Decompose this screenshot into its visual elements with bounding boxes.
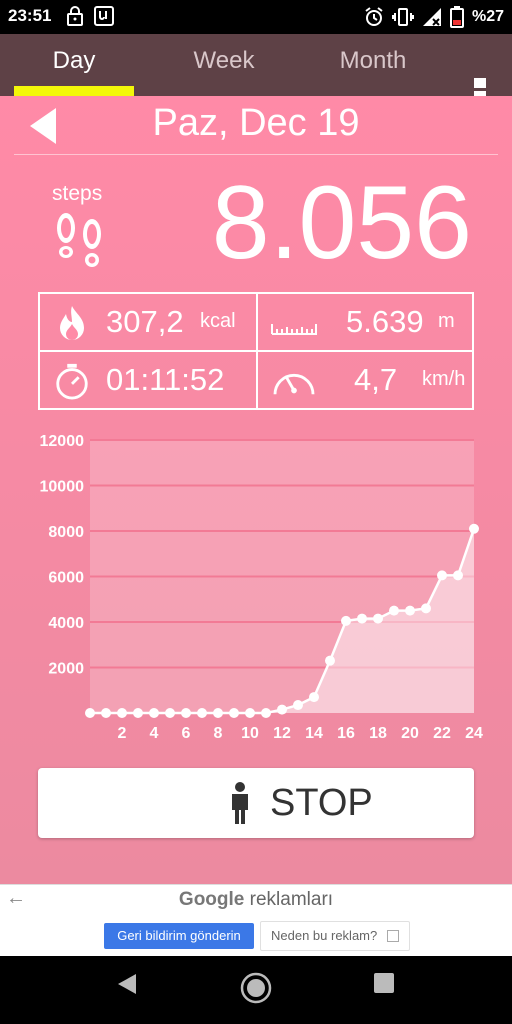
x-tick-label: 6 bbox=[182, 725, 191, 742]
calories-unit: kcal bbox=[200, 310, 236, 332]
stats-grid: 307,2 kcal 5.639 m 01:11:52 4,7 km/h bbox=[38, 292, 474, 410]
y-tick-label: 6000 bbox=[48, 570, 84, 587]
data-point bbox=[261, 708, 271, 718]
app-notification-icon bbox=[94, 6, 114, 26]
ad-brand: Google bbox=[178, 889, 245, 910]
y-tick-label: 12000 bbox=[40, 433, 85, 450]
data-point bbox=[469, 523, 479, 534]
data-point bbox=[117, 708, 127, 718]
ad-why-button[interactable]: Neden bu reklam? bbox=[260, 921, 410, 951]
calories-stat: 307,2 kcal bbox=[40, 294, 256, 350]
data-point bbox=[357, 613, 367, 624]
speed-unit: km/h bbox=[422, 368, 466, 390]
ad-why-label: Neden bu reklam? bbox=[271, 928, 378, 943]
data-point bbox=[325, 655, 335, 666]
status-bar: 23:51 %27 bbox=[0, 0, 512, 34]
data-point bbox=[197, 708, 207, 718]
ad-feedback-button[interactable]: Geri bildirim gönderin bbox=[104, 923, 254, 949]
data-point bbox=[341, 615, 351, 626]
battery-percent: %27 bbox=[471, 8, 504, 25]
previous-day-arrow-icon[interactable] bbox=[30, 108, 56, 144]
data-point bbox=[245, 708, 255, 718]
x-tick-label: 16 bbox=[337, 725, 355, 742]
data-point bbox=[229, 708, 239, 718]
ad-banner: ← Google reklamları Geri bildirim gönder… bbox=[0, 884, 512, 956]
data-point bbox=[293, 700, 303, 711]
data-point bbox=[437, 570, 447, 581]
y-tick-label: 8000 bbox=[48, 524, 84, 541]
x-tick-label: 18 bbox=[369, 725, 387, 742]
x-tick-label: 14 bbox=[305, 725, 323, 742]
alarm-icon bbox=[365, 7, 383, 26]
vibrate-icon bbox=[391, 8, 414, 26]
ruler-icon bbox=[271, 324, 317, 335]
flame-icon bbox=[60, 306, 84, 340]
x-tick-label: 10 bbox=[241, 725, 259, 742]
distance-unit: m bbox=[438, 310, 455, 332]
system-nav-bar bbox=[0, 956, 512, 1024]
hourly-steps-chart: 200040006000800010000120002 4 6 8 10 12 14 16 18… bbox=[40, 433, 484, 742]
main-content: Paz, Dec 19 steps 8.056 307,2 kcal 5.639… bbox=[0, 96, 512, 884]
y-tick-label: 4000 bbox=[48, 615, 84, 632]
steps-count: 8.056 bbox=[211, 165, 472, 281]
speed-value: 4,7 bbox=[354, 362, 398, 397]
nav-home-icon[interactable] bbox=[240, 972, 272, 1004]
data-point bbox=[405, 605, 415, 616]
data-point bbox=[277, 704, 287, 715]
calories-value: 307,2 bbox=[106, 304, 184, 339]
y-tick-label: 10000 bbox=[40, 479, 85, 496]
steps-label: steps bbox=[52, 182, 103, 205]
signal-icon bbox=[422, 8, 441, 26]
data-point bbox=[101, 708, 111, 718]
x-tick-label: 8 bbox=[214, 725, 223, 742]
distance-value: 5.639 bbox=[346, 304, 424, 339]
data-point bbox=[421, 603, 431, 614]
nav-recents-icon[interactable] bbox=[373, 972, 395, 994]
data-point bbox=[165, 708, 175, 718]
x-tick-label: 2 bbox=[118, 725, 127, 742]
x-tick-label: 22 bbox=[433, 725, 451, 742]
x-tick-label: 12 bbox=[273, 725, 291, 742]
nav-back-icon[interactable] bbox=[116, 972, 138, 996]
data-point bbox=[133, 708, 143, 718]
data-point bbox=[149, 708, 159, 718]
lock-icon bbox=[67, 6, 83, 26]
speedometer-icon bbox=[273, 373, 315, 395]
footprints-icon bbox=[57, 213, 101, 267]
data-point bbox=[373, 613, 383, 624]
tab-month[interactable]: Month bbox=[310, 34, 436, 96]
stop-button-label: STOP bbox=[270, 782, 373, 824]
person-icon bbox=[232, 782, 248, 824]
data-point bbox=[453, 570, 463, 581]
data-point bbox=[389, 605, 399, 616]
data-point bbox=[85, 708, 95, 718]
x-tick-label: 20 bbox=[401, 725, 419, 742]
data-point bbox=[309, 692, 319, 703]
stopwatch-icon bbox=[56, 363, 88, 400]
data-point bbox=[181, 708, 191, 718]
ad-title-suffix: reklamları bbox=[249, 889, 334, 910]
stop-button[interactable]: STOP bbox=[38, 768, 474, 838]
header-divider bbox=[14, 154, 498, 155]
duration-value: 01:11:52 bbox=[106, 362, 225, 397]
status-time: 23:51 bbox=[8, 6, 52, 25]
data-point bbox=[213, 708, 223, 718]
distance-stat: 5.639 m bbox=[258, 294, 474, 350]
x-tick-label: 4 bbox=[150, 725, 159, 742]
ad-info-icon bbox=[387, 930, 399, 942]
y-tick-label: 2000 bbox=[48, 661, 84, 678]
date-title: Paz, Dec 19 bbox=[152, 102, 360, 144]
speed-stat: 4,7 km/h bbox=[258, 352, 474, 408]
battery-icon bbox=[449, 6, 464, 28]
duration-stat: 01:11:52 bbox=[40, 352, 256, 408]
ad-title: Google reklamları bbox=[0, 889, 512, 911]
x-tick-label: 24 bbox=[465, 725, 483, 742]
tab-indicator bbox=[14, 86, 134, 96]
tab-week[interactable]: Week bbox=[164, 34, 284, 96]
